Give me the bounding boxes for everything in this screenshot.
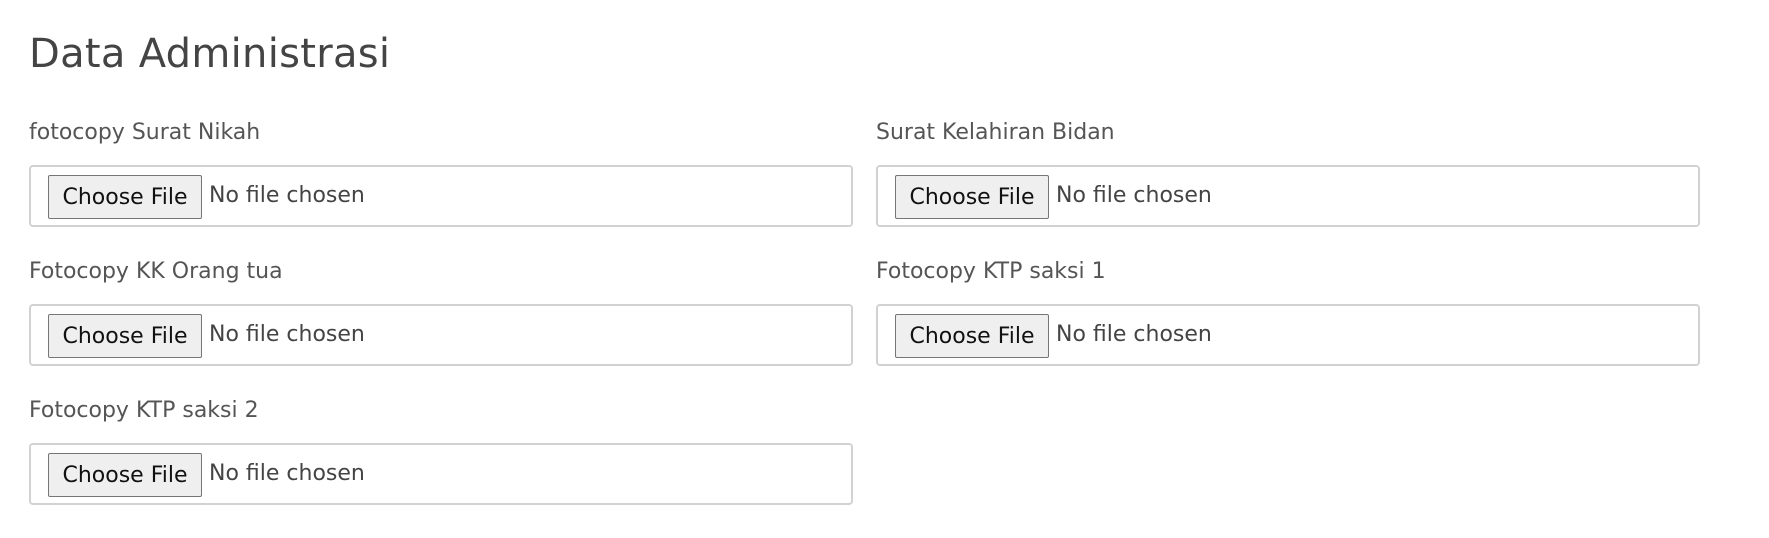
choose-file-button[interactable]: Choose File: [48, 314, 202, 358]
field-label: Surat Kelahiran Bidan: [876, 120, 1115, 145]
field-label: Fotocopy KK Orang tua: [29, 259, 283, 284]
choose-file-button[interactable]: Choose File: [895, 175, 1049, 219]
choose-file-button[interactable]: Choose File: [48, 175, 202, 219]
file-input[interactable]: Choose File No file chosen: [876, 165, 1700, 227]
file-status-text: No file chosen: [209, 183, 365, 208]
file-input[interactable]: Choose File No file chosen: [29, 443, 853, 505]
file-field-ktp-saksi-2: Fotocopy KTP saksi 2 Choose File No file…: [29, 397, 857, 505]
file-field-surat-nikah: fotocopy Surat Nikah Choose File No file…: [29, 119, 857, 227]
field-label: Fotocopy KTP saksi 1: [876, 259, 1106, 284]
file-status-text: No file chosen: [1056, 183, 1212, 208]
choose-file-button[interactable]: Choose File: [48, 453, 202, 497]
file-field-ktp-saksi-1: Fotocopy KTP saksi 1 Choose File No file…: [876, 258, 1704, 366]
field-label: fotocopy Surat Nikah: [29, 120, 261, 145]
page-title: Data Administrasi: [29, 31, 391, 77]
file-field-kk-orang-tua: Fotocopy KK Orang tua Choose File No fil…: [29, 258, 857, 366]
field-label: Fotocopy KTP saksi 2: [29, 398, 259, 423]
file-input[interactable]: Choose File No file chosen: [876, 304, 1700, 366]
file-status-text: No file chosen: [1056, 322, 1212, 347]
file-status-text: No file chosen: [209, 322, 365, 347]
choose-file-button[interactable]: Choose File: [895, 314, 1049, 358]
file-field-surat-kelahiran-bidan: Surat Kelahiran Bidan Choose File No fil…: [876, 119, 1704, 227]
file-input[interactable]: Choose File No file chosen: [29, 304, 853, 366]
file-input[interactable]: Choose File No file chosen: [29, 165, 853, 227]
file-status-text: No file chosen: [209, 461, 365, 486]
